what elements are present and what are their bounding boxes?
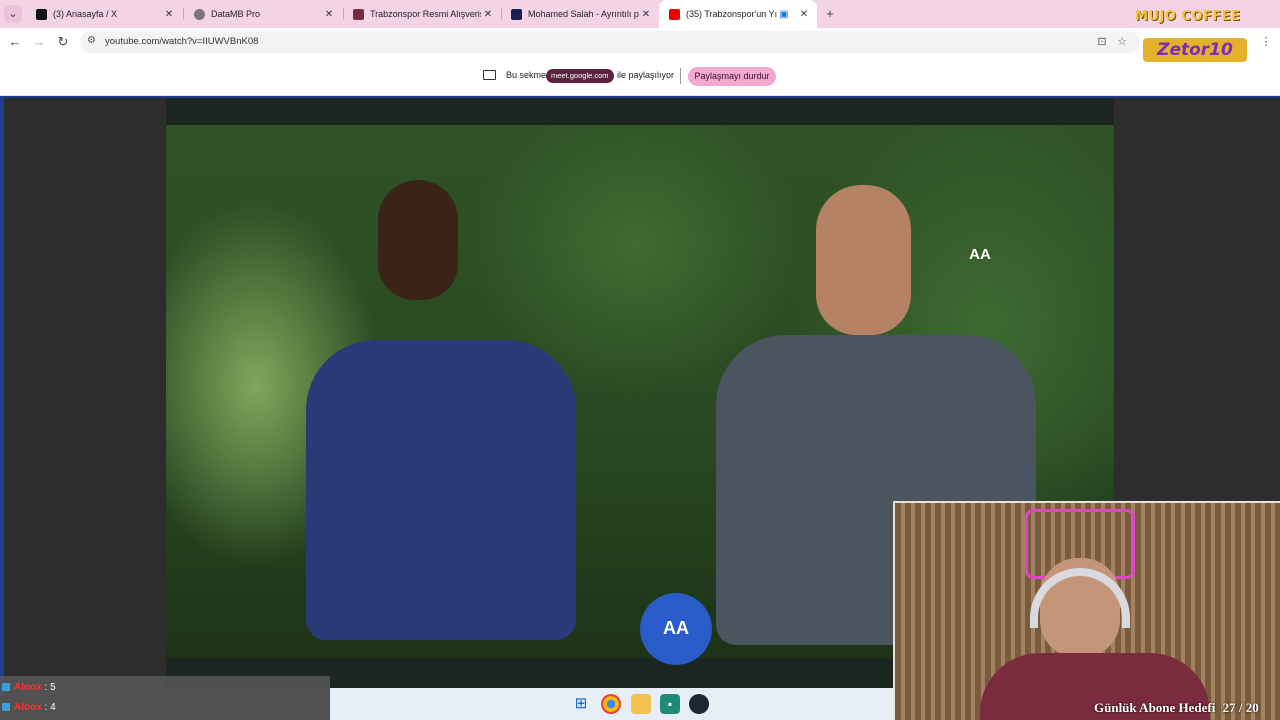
chat-text: 5: [50, 681, 56, 693]
chat-badge-icon: [2, 703, 10, 711]
close-icon[interactable]: ✕: [322, 9, 336, 20]
divider: [680, 68, 681, 84]
tab-youtube[interactable]: (35) Trabzonspor'un Yıldız K... ▣ ✕: [659, 0, 817, 28]
file-explorer-icon[interactable]: [631, 694, 651, 714]
youtube-icon: [669, 8, 680, 20]
steam-icon[interactable]: [689, 694, 709, 714]
windows-start-icon[interactable]: ⊞: [571, 694, 591, 714]
sub-goal-label: Günlük Abone Hedefi: [1094, 700, 1216, 715]
share-domain-pill: meet.google.com: [546, 69, 614, 83]
player-body: [306, 340, 576, 640]
close-icon[interactable]: ✕: [639, 9, 653, 20]
chat-text: 4: [50, 701, 56, 713]
forward-arrow-icon[interactable]: →: [31, 34, 47, 50]
subscriber-goal: Günlük Abone Hedefi 27 / 20: [1094, 700, 1259, 716]
chrome-icon[interactable]: [601, 694, 621, 714]
install-app-icon[interactable]: ⊡: [1095, 35, 1109, 49]
aa-microphone: AA: [640, 593, 712, 665]
player-figure: [296, 180, 606, 660]
chat-overlay: Aloox : 5 Aloox : 4: [0, 676, 330, 720]
site-info-icon[interactable]: ⚙: [87, 35, 96, 46]
share-border: [0, 96, 4, 696]
streamer-facecam: [893, 501, 1280, 720]
windows-taskbar: ⊞ ▪: [330, 688, 893, 720]
brand-logo-top: MUJO COFFEE: [1135, 9, 1241, 24]
chat-badge-icon: [2, 683, 10, 691]
close-icon[interactable]: ✕: [162, 9, 176, 20]
sub-goal-value: 27 / 20: [1222, 700, 1259, 715]
menu-kebab-icon[interactable]: ⋮: [1259, 35, 1273, 49]
screen-share-icon: ▣: [779, 8, 789, 20]
datamb-icon: [194, 8, 205, 20]
x-logo-icon: [36, 8, 47, 20]
share-suffix-text: ile paylaşılıyor: [617, 70, 675, 80]
tab-title: (35) Trabzonspor'un Yıldız K...: [686, 9, 777, 19]
tab-search-button[interactable]: ⌄: [4, 5, 22, 23]
streamer-figure: [980, 558, 1210, 720]
close-icon[interactable]: ✕: [481, 9, 495, 20]
tab-datamb[interactable]: DataMB Pro ✕: [184, 0, 342, 28]
tab-salah[interactable]: Mohamed Salah - Ayrıntılı perfor... ✕: [501, 0, 659, 28]
fbref-icon: [511, 8, 522, 20]
back-arrow-icon[interactable]: ←: [7, 34, 23, 50]
reload-icon[interactable]: ↻: [55, 34, 71, 50]
tab-title: DataMB Pro: [211, 9, 261, 19]
interviewer-head: [816, 185, 911, 335]
chat-username: Aloox: [14, 681, 42, 693]
stop-sharing-button[interactable]: Paylaşmayı durdur: [688, 67, 776, 86]
chat-message: Aloox : 5: [2, 678, 56, 696]
close-icon[interactable]: ✕: [797, 9, 811, 20]
screen-share-icon: [483, 70, 496, 80]
player-head: [378, 180, 458, 300]
tab-strip: ⌄ (3) Anasayfa / X ✕ DataMB Pro ✕ Trabzo…: [0, 0, 1280, 28]
share-prefix-text: Bu sekme: [506, 70, 547, 80]
chat-message: Aloox : 4: [2, 698, 56, 716]
address-bar[interactable]: ⚙ youtube.com/watch?v=IIUWVBnK08: [80, 31, 1140, 53]
aa-watermark-logo: AA: [969, 246, 991, 263]
browser-toolbar: ← → ↻ ⚙ youtube.com/watch?v=IIUWVBnK08 ⊡…: [0, 28, 1280, 56]
trabzonspor-icon: [353, 8, 364, 20]
tab-trabzonspor-store[interactable]: Trabzonspor Resmi Alışveriş Sitesi ✕: [343, 0, 501, 28]
tab-title: Trabzonspor Resmi Alışveriş Sitesi: [370, 9, 481, 19]
tab-title: Mohamed Salah - Ayrıntılı perfor...: [528, 9, 639, 19]
brand-logo-bottom: Zetor10: [1143, 38, 1247, 62]
tab-x[interactable]: (3) Anasayfa / X ✕: [26, 0, 182, 28]
new-tab-button[interactable]: +: [822, 6, 838, 22]
url-text[interactable]: youtube.com/watch?v=IIUWVBnK08: [105, 31, 258, 53]
tab-title: (3) Anasayfa / X: [53, 9, 118, 19]
app-icon[interactable]: ▪: [660, 694, 680, 714]
chat-username: Aloox: [14, 701, 42, 713]
bookmark-star-icon[interactable]: ☆: [1115, 35, 1129, 49]
screen-share-bar: Bu sekme meet.google.com ile paylaşılıyo…: [0, 56, 1280, 96]
